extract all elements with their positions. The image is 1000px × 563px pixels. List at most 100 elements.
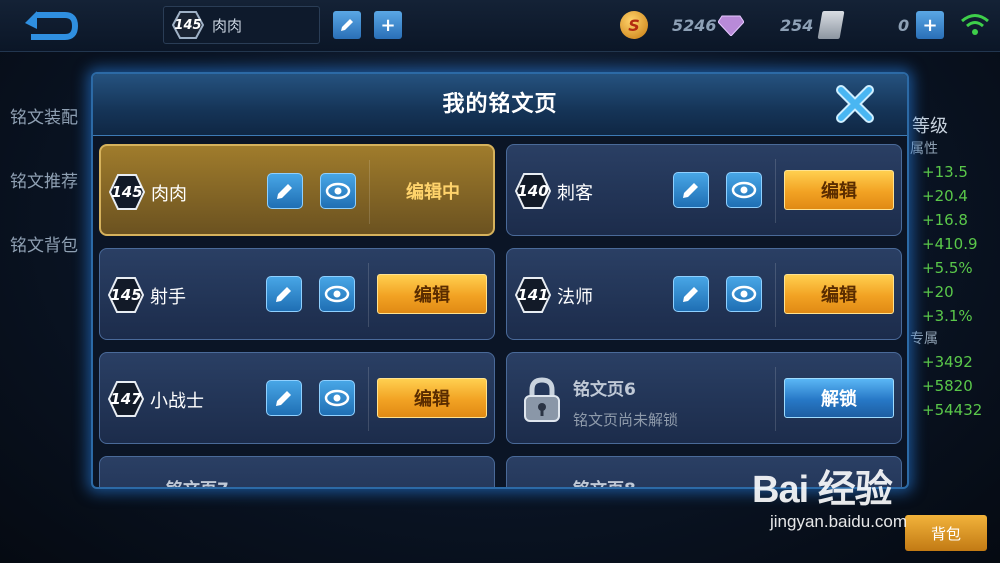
stats-attr-label: 属性	[910, 141, 938, 157]
rune-page-card-locked[interactable]: 铭文页7	[99, 456, 495, 487]
close-icon	[836, 85, 874, 123]
divider	[775, 263, 776, 327]
stat-value: +5.5%	[922, 259, 973, 277]
card-amount: 0	[898, 15, 910, 35]
gold-coin-icon: S	[620, 11, 648, 39]
divider	[368, 263, 369, 327]
watermark-logo: Bai 经验	[752, 469, 893, 511]
level-badge: 145	[109, 173, 145, 211]
gem-currency: 254	[718, 10, 813, 40]
gold-amount: 5246	[672, 15, 717, 35]
gold-currency: S 5246	[620, 10, 717, 40]
stat-value: +410.9	[922, 235, 978, 253]
eye-icon	[731, 285, 757, 303]
stat-value: +16.8	[922, 211, 968, 229]
page-level: 145	[111, 183, 143, 201]
pencil-icon	[341, 19, 353, 31]
stat-value: +20.4	[922, 187, 968, 205]
close-button[interactable]	[833, 82, 877, 126]
stats-title: 等级	[912, 116, 948, 137]
side-item-rune-recommend[interactable]: 铭文推荐	[0, 148, 92, 210]
rune-page-card[interactable]: 145 射手 编辑	[99, 248, 495, 340]
wifi-icon	[961, 14, 989, 35]
card-currency: 0	[817, 10, 910, 40]
stat-value: +20	[922, 283, 954, 301]
preview-page-button[interactable]	[319, 380, 355, 416]
eye-icon	[325, 182, 351, 200]
side-item-label: 铭文装配	[10, 107, 78, 128]
watermark-site: jingyan.baidu.com	[770, 512, 908, 531]
eye-icon	[731, 181, 757, 199]
side-item-rune-equip[interactable]: 铭文装配	[0, 84, 92, 146]
page-name: 铭文页7	[166, 475, 229, 487]
back-arrow-icon	[25, 11, 79, 40]
page-name: 射手	[150, 287, 186, 308]
page-name: 刺客	[557, 183, 593, 204]
profile-chip[interactable]: 145 肉肉	[163, 6, 320, 44]
page-name: 铭文页8	[573, 475, 636, 487]
edit-button[interactable]: 编辑	[377, 274, 487, 314]
stat-value: +3.1%	[922, 307, 973, 325]
rename-page-button[interactable]	[266, 276, 302, 312]
stats-panel: 等级 属性 +13.5 +20.4 +16.8 +410.9 +5.5% +20…	[910, 112, 1000, 422]
dialog-title: 我的铭文页	[442, 92, 558, 117]
stat-value: +13.5	[922, 163, 968, 181]
edit-button[interactable]: 编辑	[784, 274, 894, 314]
back-button[interactable]	[14, 8, 84, 44]
rename-page-button[interactable]	[673, 276, 709, 312]
rename-page-button[interactable]	[673, 172, 709, 208]
rune-page-card[interactable]: 147 小战士 编辑	[99, 352, 495, 444]
pencil-icon	[277, 184, 292, 199]
stat-value: +3492	[922, 353, 973, 371]
dialog-header: 我的铭文页	[93, 74, 907, 136]
plus-icon: +	[922, 14, 938, 36]
lock-icon	[524, 377, 560, 422]
card-icon	[817, 11, 845, 39]
divider	[369, 160, 370, 224]
divider	[368, 367, 369, 431]
profile-name: 肉肉	[212, 16, 243, 35]
page-level: 145	[110, 286, 142, 304]
pencil-icon	[683, 183, 698, 198]
side-item-label: 铭文推荐	[10, 171, 78, 192]
rune-page-card[interactable]: 140 刺客 编辑	[506, 144, 902, 236]
eye-icon	[324, 389, 350, 407]
rename-button[interactable]	[333, 11, 361, 39]
stat-value: +5820	[922, 377, 973, 395]
stats-exclusive-label: 专属	[910, 331, 938, 347]
page-level: 140	[517, 182, 549, 200]
rename-page-button[interactable]	[267, 173, 303, 209]
level-badge: 145	[172, 10, 204, 40]
rune-page-card[interactable]: 145 肉肉 编辑中	[99, 144, 495, 236]
rune-page-card-locked[interactable]: 铭文页6 铭文页尚未解锁 解锁	[506, 352, 902, 444]
eye-icon	[324, 285, 350, 303]
side-item-rune-bag[interactable]: 铭文背包	[0, 212, 92, 274]
unlock-button[interactable]: 解锁	[784, 378, 894, 418]
rune-page-card[interactable]: 141 法师 编辑	[506, 248, 902, 340]
preview-page-button[interactable]	[726, 172, 762, 208]
plus-icon: +	[380, 14, 396, 36]
divider	[775, 159, 776, 223]
page-level: 147	[110, 390, 142, 408]
page-name: 肉肉	[151, 184, 187, 205]
topup-button[interactable]: +	[916, 11, 944, 39]
locked-subtitle: 铭文页尚未解锁	[573, 411, 679, 429]
edit-button[interactable]: 编辑	[377, 378, 487, 418]
level-badge: 147	[108, 380, 144, 418]
pencil-icon	[276, 287, 291, 302]
preview-page-button[interactable]	[726, 276, 762, 312]
rune-pages-dialog: 我的铭文页 145 肉肉 编辑中 140 刺客 编辑 145 射手 编辑 141…	[91, 72, 909, 489]
page-level: 141	[517, 286, 549, 304]
edit-button[interactable]: 编辑	[784, 170, 894, 210]
rename-page-button[interactable]	[266, 380, 302, 416]
page-name: 法师	[557, 287, 593, 308]
preview-page-button[interactable]	[319, 276, 355, 312]
preview-page-button[interactable]	[320, 173, 356, 209]
side-menu: 铭文装配 铭文推荐 铭文背包	[0, 60, 92, 280]
profile-level: 145	[174, 17, 202, 33]
pencil-icon	[683, 287, 698, 302]
top-bar: 145 肉肉 + S 5246 254 0 +	[0, 0, 1000, 52]
add-button[interactable]: +	[374, 11, 402, 39]
level-badge: 145	[108, 276, 144, 314]
editing-status: 编辑中	[406, 182, 460, 203]
